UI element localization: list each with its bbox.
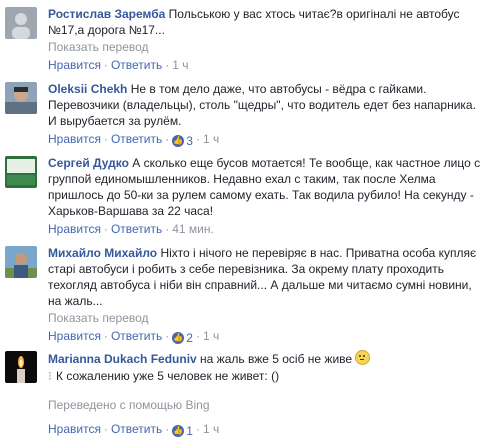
thumbs-up-icon: 👍 [172,425,185,437]
comment-time[interactable]: 1 ч [203,422,219,436]
comment-content: Сергей Дудко А сколько еще бусов мотаетс… [48,155,483,219]
avatar-image [5,246,37,278]
reply-link[interactable]: Ответить [111,222,162,236]
comment-actions: Нравится · Ответить · 👍 1 · 1 ч [48,422,220,439]
comment-author[interactable]: Marianna Dukach Feduniv [48,352,197,366]
reply-link[interactable]: Ответить [111,422,162,436]
comment-body: Oleksii Chekh Не в том дело даже, что ав… [48,81,483,149]
comment-time[interactable]: 1 ч [172,58,188,72]
reply-link[interactable]: Ответить [111,329,162,343]
translated-by-bing: Переведено с помощью Bing [48,398,210,412]
comment-body: Marianna Dukach Feduniv на жаль вже 5 ос… [48,350,483,439]
avatar-image [5,7,37,39]
like-count[interactable]: 👍 2 [172,330,193,346]
like-link[interactable]: Нравится [48,422,101,436]
sad-face-emoji-icon [355,350,371,365]
reply-link[interactable]: Ответить [111,58,162,72]
comment-time[interactable]: 1 ч [203,329,219,343]
comment-body: Ростислав Заремба Польською у вас хтось … [48,6,483,73]
translated-text-block: ⁝ К сожалению уже 5 человек не живет: () [48,368,483,384]
comment-author[interactable]: Михайло Михайло [48,246,157,260]
like-count[interactable]: 👍 3 [172,133,193,149]
like-link[interactable]: Нравится [48,329,101,343]
like-link[interactable]: Нравится [48,132,101,146]
comment-body: Михайло Михайло Ніхто і нічого не переві… [48,245,483,346]
comment-author[interactable]: Сергей Дудко [48,156,129,170]
like-link[interactable]: Нравится [48,222,101,236]
comment-text: на жаль вже 5 осіб не живе [200,352,353,366]
candle-avatar-image [5,351,37,383]
thumbs-up-icon: 👍 [172,332,185,344]
like-count-value: 3 [186,134,193,148]
comment-body: Сергей Дудко А сколько еще бусов мотаетс… [48,155,483,237]
comment-actions: Нравится · Ответить · 1 ч [48,58,189,72]
thumbs-up-icon: 👍 [172,135,185,147]
comment-time[interactable]: 41 мин. [172,222,214,236]
avatar-image [5,156,37,188]
comment-time[interactable]: 1 ч [203,132,219,146]
like-count-value: 1 [186,424,193,438]
quote-marker-icon: ⁝ [48,369,52,383]
reply-link[interactable]: Ответить [111,132,162,146]
show-translation-link[interactable]: Показать перевод [48,310,483,326]
comment-content: Ростислав Заремба Польською у вас хтось … [48,6,483,38]
translated-text: К сожалению уже 5 человек не живет: () [56,369,280,383]
comment-author[interactable]: Oleksii Chekh [48,82,127,96]
like-count-value: 2 [186,331,193,345]
like-count[interactable]: 👍 1 [172,423,193,439]
comment-content: Oleksii Chekh Не в том дело даже, что ав… [48,81,483,129]
avatar[interactable] [5,156,37,188]
comment-actions: Нравится · Ответить · 41 мин. [48,222,214,236]
like-link[interactable]: Нравится [48,58,101,72]
avatar[interactable] [5,246,37,278]
show-translation-link[interactable]: Показать перевод [48,39,483,55]
avatar[interactable] [5,82,37,114]
comment-actions: Нравится · Ответить · 👍 2 · 1 ч [48,329,220,346]
comment-author[interactable]: Ростислав Заремба [48,7,165,21]
avatar[interactable] [5,7,37,39]
avatar-image [5,82,37,114]
comment-content: Marianna Dukach Feduniv на жаль вже 5 ос… [48,350,483,367]
comment-actions: Нравится · Ответить · 👍 3 · 1 ч [48,132,220,149]
avatar[interactable] [5,351,37,383]
comment-content: Михайло Михайло Ніхто і нічого не переві… [48,245,483,309]
